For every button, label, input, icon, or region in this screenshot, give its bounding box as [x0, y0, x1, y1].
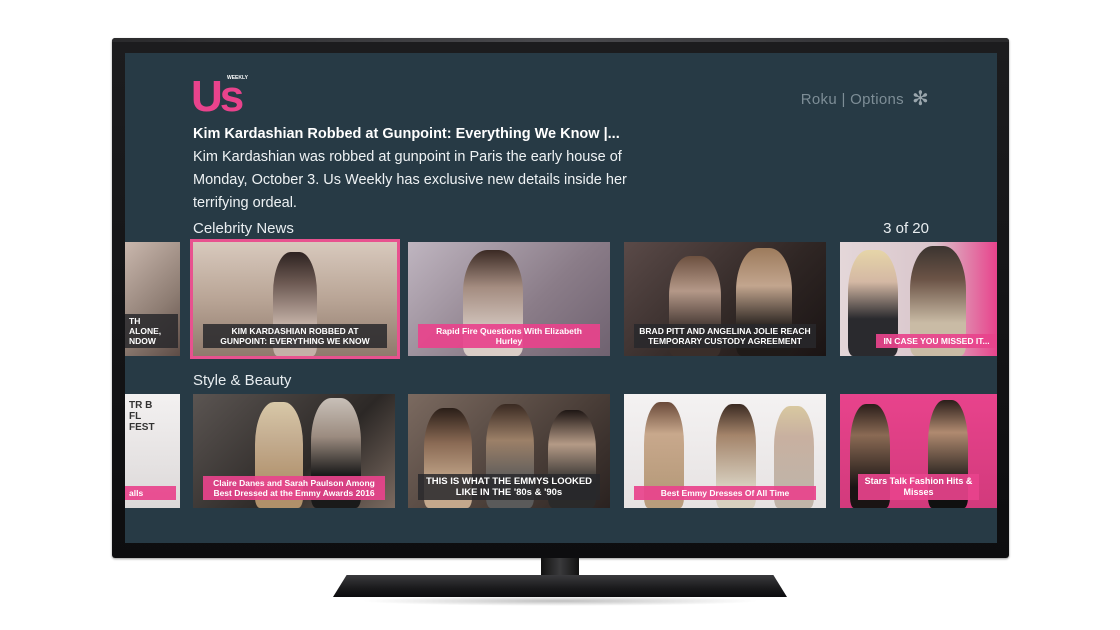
tile-caption: KIM KARDASHIAN ROBBED AT GUNPOINT: EVERY…	[203, 324, 387, 348]
tile-caption: THIS IS WHAT THE EMMYS LOOKED LIKE IN TH…	[418, 474, 600, 500]
tile-celebrity-3[interactable]: Rapid Fire Questions With Elizabeth Hurl…	[408, 242, 610, 356]
tile-celebrity-5[interactable]: IN CASE YOU MISSED IT...	[840, 242, 997, 356]
row-title-style-beauty: Style & Beauty	[193, 372, 292, 389]
tile-celebrity-4[interactable]: BRAD PITT AND ANGELINA JOLIE REACH TEMPO…	[624, 242, 826, 356]
tile-caption: alls	[125, 486, 176, 500]
tile-celebrity-1[interactable]: TH ALONE, NDOW	[125, 242, 180, 356]
featured-description: Kim Kardashian was robbed at gunpoint in…	[193, 149, 627, 211]
tile-caption: Stars Talk Fashion Hits & Misses	[858, 474, 979, 500]
tile-style-1[interactable]: TR B FL FEST alls	[125, 394, 180, 508]
tv-stand-base	[333, 575, 787, 597]
tile-caption: Best Emmy Dresses Of All Time	[634, 486, 816, 500]
tile-celebrity-2-selected[interactable]: KIM KARDASHIAN ROBBED AT GUNPOINT: EVERY…	[190, 239, 400, 359]
tile-style-4[interactable]: Best Emmy Dresses Of All Time	[624, 394, 826, 508]
tile-style-2[interactable]: Claire Danes and Sarah Paulson Among Bes…	[193, 394, 395, 508]
options-label: Roku | Options	[800, 90, 904, 108]
row-position-counter: 3 of 20	[883, 220, 929, 237]
us-weekly-logo: Us WEEKLY	[191, 71, 251, 117]
featured-title: Kim Kardashian Robbed at Gunpoint: Every…	[193, 126, 620, 142]
tv-stand-shadow	[360, 596, 760, 606]
tile-caption: TH ALONE, NDOW	[125, 314, 178, 348]
tile-caption: BRAD PITT AND ANGELINA JOLIE REACH TEMPO…	[634, 324, 816, 348]
asterisk-icon: ✻	[911, 88, 929, 110]
tile-caption: IN CASE YOU MISSED IT...	[876, 334, 997, 348]
tile-style-5[interactable]: Stars Talk Fashion Hits & Misses	[840, 394, 997, 508]
tribeca-logo: TR B FL FEST	[129, 400, 155, 433]
options-button[interactable]: Roku | Options ✻	[801, 89, 929, 109]
logo-subtext: WEEKLY	[227, 75, 249, 81]
tile-style-3[interactable]: THIS IS WHAT THE EMMYS LOOKED LIKE IN TH…	[408, 394, 610, 508]
tile-caption: Rapid Fire Questions With Elizabeth Hurl…	[418, 324, 600, 348]
row-title-celebrity-news: Celebrity News	[193, 220, 294, 237]
tile-caption: Claire Danes and Sarah Paulson Among Bes…	[203, 476, 385, 500]
tv-screen: Us WEEKLY Roku | Options ✻ Kim Kardashia…	[125, 53, 997, 543]
